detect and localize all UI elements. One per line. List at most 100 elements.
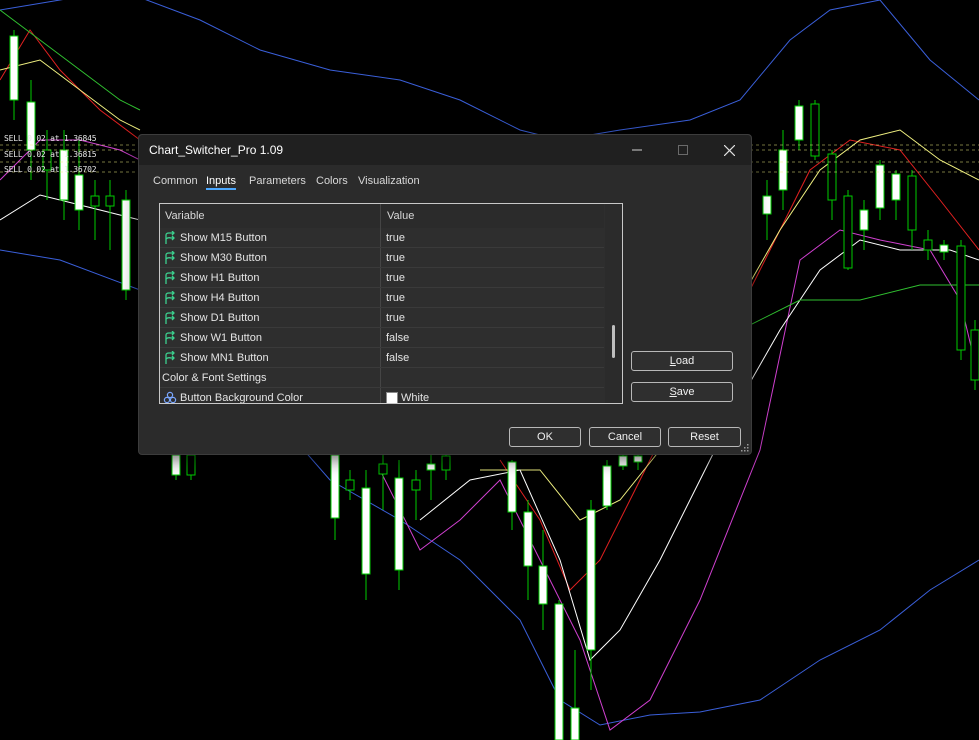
color-palette-icon	[163, 391, 177, 403]
candle-body	[361, 487, 371, 575]
candle-body	[9, 35, 19, 101]
ma-green-line	[739, 284, 979, 331]
candle-body	[411, 479, 421, 491]
candle-body	[121, 199, 131, 291]
table-row[interactable]: Show W1 Button false	[160, 328, 604, 348]
variable-value: true	[386, 312, 405, 324]
candle-body	[105, 195, 115, 207]
candle-body	[330, 454, 340, 519]
variable-value: true	[386, 272, 405, 284]
inputs-table[interactable]: Variable Value Show M15 Button true Show…	[159, 203, 623, 404]
table-row[interactable]: Show M30 Button true	[160, 248, 604, 268]
load-button[interactable]: Load	[631, 351, 733, 371]
candle-body	[891, 173, 901, 201]
reset-button-label: Reset	[690, 431, 719, 443]
variable-name: Show M30 Button	[180, 252, 267, 264]
candle-body	[923, 239, 933, 251]
table-row[interactable]: Show MN1 Button false	[160, 348, 604, 368]
active-tab-indicator	[206, 188, 236, 190]
tab-inputs[interactable]: Inputs	[206, 175, 236, 190]
tab-visualization[interactable]: Visualization	[358, 175, 420, 187]
candle-body	[538, 565, 548, 605]
table-row[interactable]: Show H4 Button true	[160, 288, 604, 308]
table-scrollbar[interactable]	[605, 204, 622, 403]
candle-body	[186, 454, 196, 476]
load-button-label: Load	[669, 355, 695, 367]
dialog-title: Chart_Switcher_Pro 1.09	[149, 143, 284, 157]
column-variable[interactable]: Variable	[160, 204, 381, 228]
candle-body	[859, 209, 869, 231]
maximize-button[interactable]	[660, 135, 706, 165]
tab-inputs-label: Inputs	[206, 175, 236, 187]
group-name: Color & Font Settings	[162, 372, 267, 384]
candle-body	[875, 164, 885, 209]
save-button[interactable]: Save	[631, 382, 733, 402]
ok-button[interactable]: OK	[509, 427, 581, 447]
reset-button[interactable]: Reset	[668, 427, 741, 447]
candle-body	[827, 153, 837, 201]
table-row[interactable]: Show D1 Button true	[160, 308, 604, 328]
candle-body	[570, 707, 580, 740]
minimize-icon	[632, 149, 642, 151]
candle-body	[939, 244, 949, 253]
ma-red-line	[0, 29, 141, 141]
candle-body	[810, 103, 820, 157]
candle-body	[74, 174, 84, 211]
column-value[interactable]: Value	[382, 204, 604, 228]
table-group-row[interactable]: Color & Font Settings	[160, 368, 604, 388]
color-swatch[interactable]	[386, 392, 398, 403]
minimize-button[interactable]	[614, 135, 660, 165]
input-arrow-icon	[165, 271, 175, 284]
variable-value: White	[401, 392, 430, 404]
trade-label: SELL 0.02 at 1.36845	[4, 134, 97, 143]
cancel-button[interactable]: Cancel	[589, 427, 661, 447]
tab-parameters[interactable]: Parameters	[249, 175, 306, 187]
candle-body	[394, 477, 404, 571]
close-button[interactable]	[706, 135, 752, 165]
ma-yellow-line	[0, 59, 141, 131]
tab-colors[interactable]: Colors	[316, 175, 348, 187]
candle-body	[378, 463, 388, 475]
input-arrow-icon	[165, 351, 175, 364]
bollinger-upper-line	[0, 0, 979, 141]
table-row[interactable]: Show M15 Button true	[160, 228, 604, 248]
candle-body	[586, 509, 596, 651]
candle-body	[633, 455, 643, 463]
table-row[interactable]: Button Background Color White	[160, 388, 604, 404]
save-button-label: Save	[669, 386, 695, 398]
ma-white-line	[0, 194, 141, 221]
candle-body	[441, 455, 451, 471]
variable-name: Show M15 Button	[180, 232, 267, 244]
variable-value: true	[386, 292, 405, 304]
scroll-thumb[interactable]	[612, 325, 615, 358]
cancel-button-label: Cancel	[607, 431, 643, 443]
ma-magenta-line	[0, 139, 141, 181]
candle-body	[171, 454, 181, 476]
maximize-icon	[678, 145, 688, 155]
candle-body	[345, 479, 355, 491]
header-value: Value	[387, 210, 415, 222]
ma-green-line	[0, 9, 141, 111]
candle-body	[970, 329, 979, 381]
trade-label: SELL 0.02 at 1.36815	[4, 150, 97, 159]
candle-body	[523, 511, 533, 567]
ok-button-label: OK	[537, 431, 553, 443]
variable-name: Show MN1 Button	[180, 352, 269, 364]
candle-body	[762, 195, 772, 215]
table-row[interactable]: Show H1 Button true	[160, 268, 604, 288]
input-arrow-icon	[165, 311, 175, 324]
input-arrow-icon	[165, 251, 175, 264]
candle-body	[426, 463, 436, 471]
variable-value: false	[386, 332, 410, 344]
input-arrow-icon	[165, 291, 175, 304]
title-bar[interactable]: Chart_Switcher_Pro 1.09	[139, 135, 751, 165]
tab-common[interactable]: Common	[153, 175, 198, 187]
candle-body	[778, 149, 788, 191]
candle-body	[90, 195, 100, 207]
table-header: Variable Value	[160, 204, 604, 228]
candle-body	[554, 603, 564, 740]
inputs-dialog: Chart_Switcher_Pro 1.09 Common Inputs Pa…	[138, 134, 752, 455]
trade-label: SELL 0.02 at 1.36702	[4, 165, 97, 174]
variable-value: true	[386, 252, 405, 264]
resize-grip-icon[interactable]	[741, 444, 749, 452]
